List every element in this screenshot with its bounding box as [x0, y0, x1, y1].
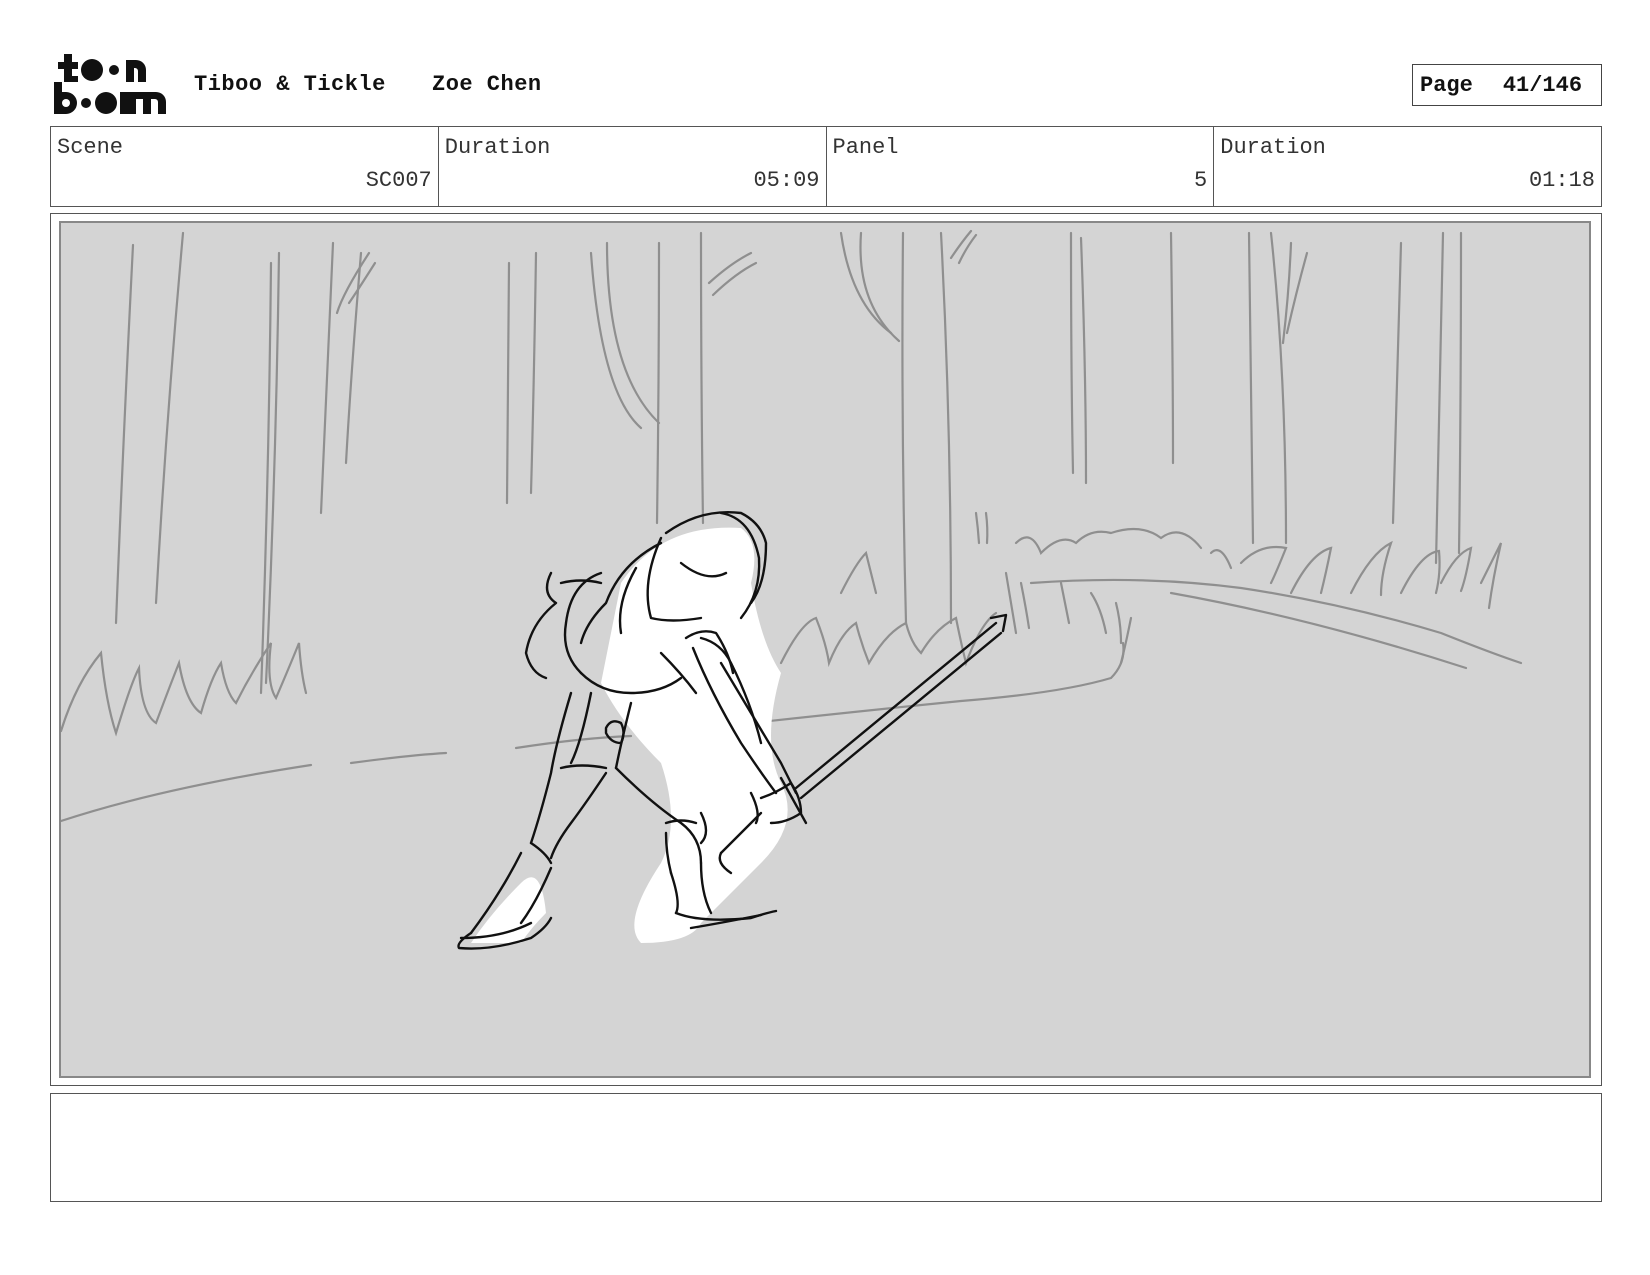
- author-name: Zoe Chen: [432, 72, 542, 97]
- panel-caption-text: [51, 1094, 1601, 1110]
- project-title: Tiboo & Tickle: [194, 72, 386, 97]
- scene-duration-value: 05:09: [753, 168, 820, 193]
- scene-info-row: Scene SC007 Duration 05:09 Panel 5 Durat…: [50, 126, 1602, 207]
- scene-value: SC007: [365, 168, 432, 193]
- panel-cell: Panel 5: [827, 127, 1215, 206]
- toon-boom-logo: [52, 52, 170, 116]
- panel-duration-value: 01:18: [1528, 168, 1595, 193]
- character-sketch: [457, 511, 1008, 950]
- page-indicator: Page 41/146: [1412, 64, 1602, 106]
- panel-sketch: [61, 229, 1523, 950]
- page-label: Page: [1420, 72, 1473, 98]
- panel-label: Panel: [832, 135, 899, 160]
- panel-duration-cell: Duration 01:18: [1214, 127, 1601, 206]
- scene-duration-cell: Duration 05:09: [439, 127, 827, 206]
- page-number: 41/146: [1502, 72, 1583, 98]
- storyboard-panel-image: [59, 221, 1591, 1078]
- panel-duration-label: Duration: [1220, 135, 1326, 160]
- forest-background-sketch: [61, 229, 1523, 823]
- panel-value: 5: [1194, 168, 1208, 193]
- panel-caption-box: [50, 1093, 1602, 1202]
- scene-cell: Scene SC007: [51, 127, 439, 206]
- scene-label: Scene: [57, 135, 124, 160]
- storyboard-panel-frame: [50, 213, 1602, 1086]
- scene-duration-label: Duration: [444, 135, 551, 160]
